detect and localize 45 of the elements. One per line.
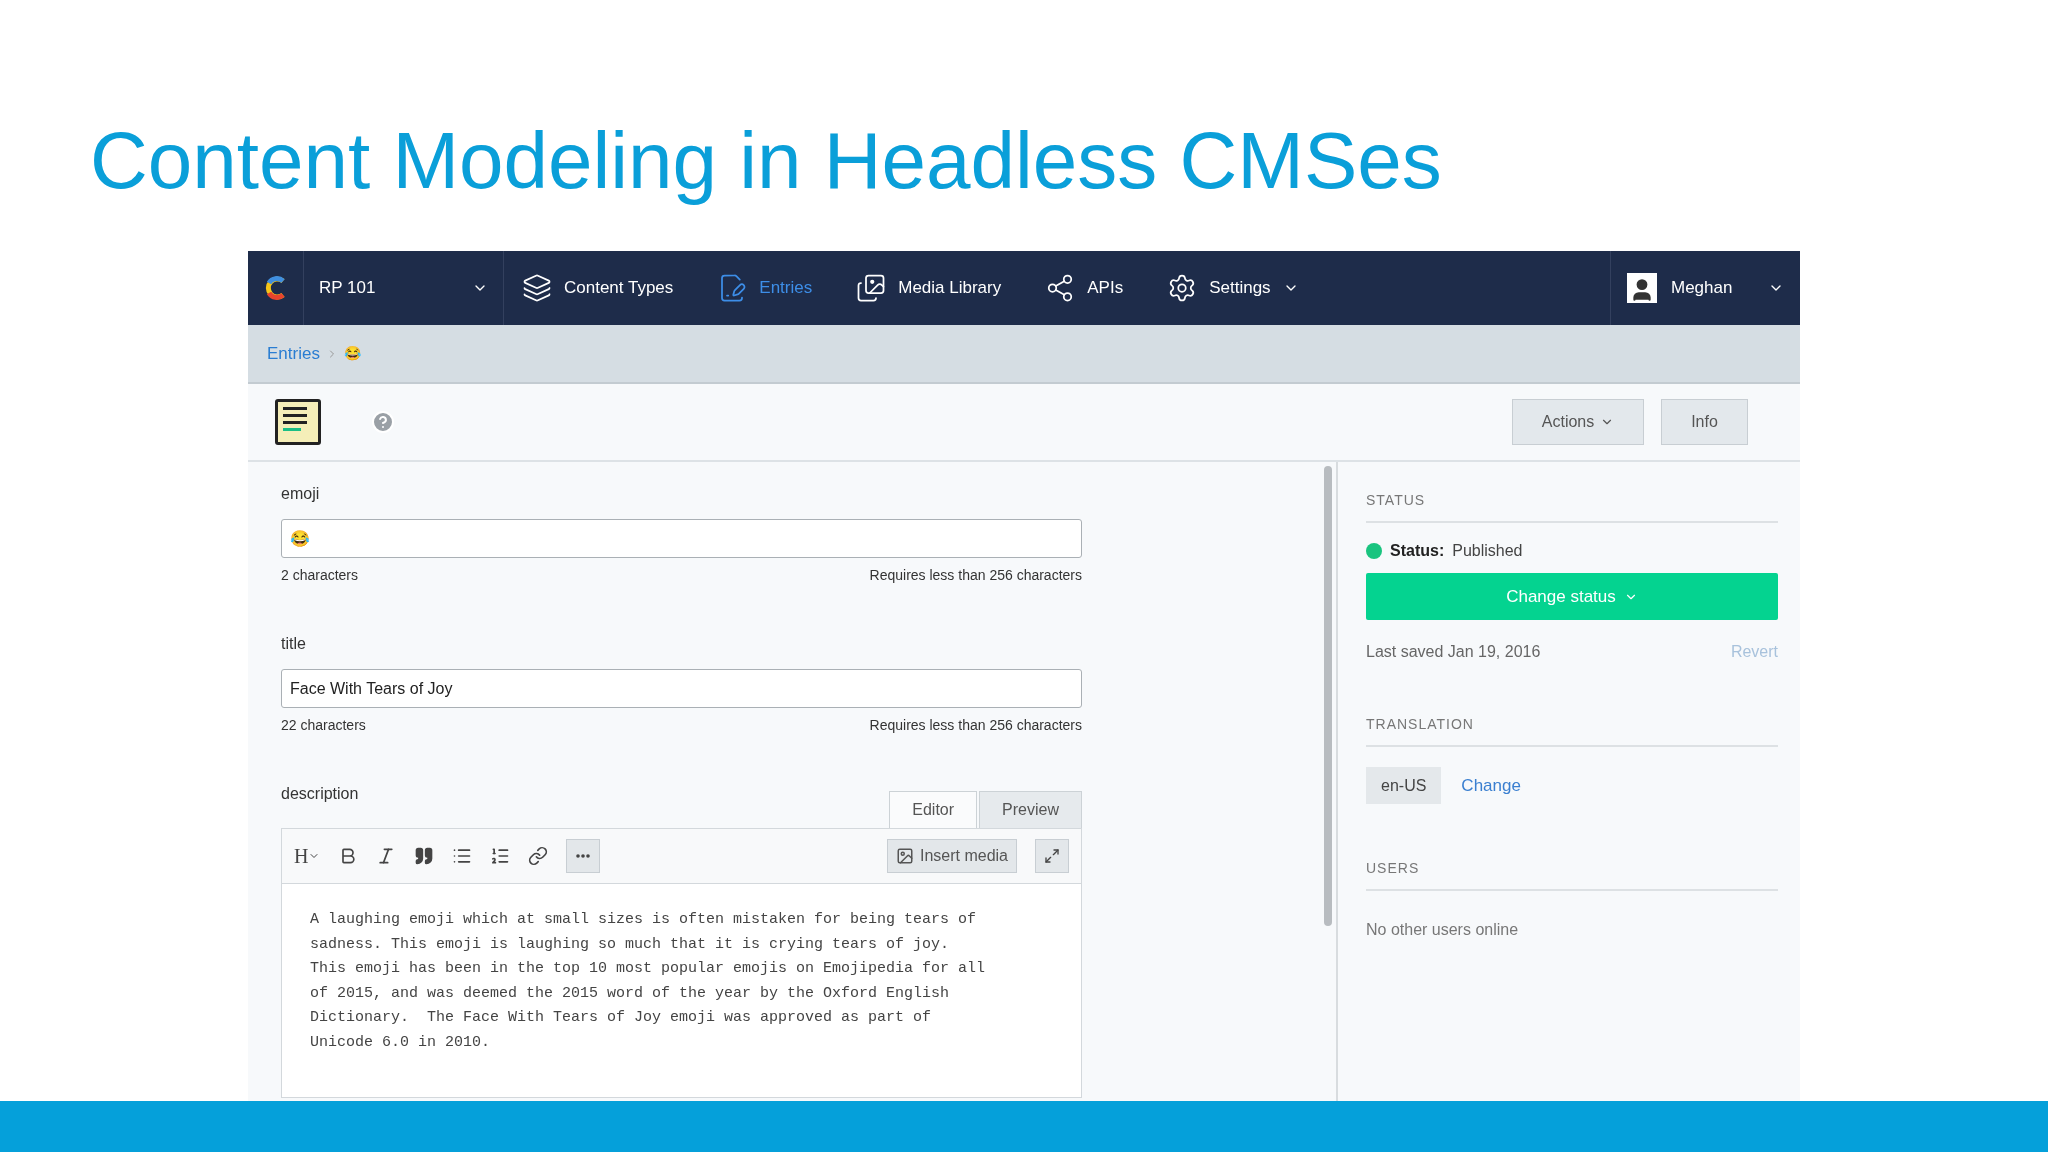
- expand-icon: [1044, 848, 1060, 864]
- editor-tab[interactable]: Preview: [979, 791, 1082, 828]
- text-input-field[interactable]: Face With Tears of Joy: [281, 669, 1082, 708]
- description-text: A laughing emoji which at small sizes is often mistaken for being tears of sadness. This emoji is laughing so much that it is crying tears of joy. This emoji has been in the top 10 most popular emojis on Emojipedia for all of 2015, and was deemed the 2015 word of the year by the Oxford English Dictionary. The Face With Tears of Joy emoji was approved as part of Unicode 6.0 in 2010.: [309, 910, 987, 1053]
- character-count: 2 characters: [281, 566, 359, 585]
- entry-document-icon: [275, 399, 321, 445]
- last-saved-text: Last saved Jan 19, 2016: [1366, 642, 1541, 662]
- field-label: emoji: [281, 484, 321, 504]
- character-count: 22 characters: [281, 716, 366, 735]
- status-value: Published: [1452, 541, 1523, 561]
- fullscreen-button[interactable]: [1035, 839, 1069, 873]
- more-options-button[interactable]: [566, 839, 601, 873]
- bullet-list-icon[interactable]: [452, 846, 473, 866]
- more-icon: [576, 854, 591, 858]
- help-icon[interactable]: [371, 410, 395, 434]
- length-hint: Requires less than 256 characters: [869, 566, 1082, 585]
- avatar-icon: [1627, 273, 1657, 303]
- section-heading: STATUS: [1366, 490, 1778, 523]
- section-heading: TRANSLATION: [1366, 714, 1778, 747]
- nav-item[interactable]: Media Library: [838, 251, 1020, 325]
- link-icon[interactable]: [528, 846, 549, 866]
- status-label: Status:: [1390, 541, 1445, 561]
- field-label: description: [281, 784, 359, 804]
- info-button[interactable]: Info: [1661, 399, 1748, 445]
- editor-tab[interactable]: Editor: [889, 791, 978, 828]
- nav-item[interactable]: Entries: [699, 251, 831, 325]
- nav-icon: [522, 273, 552, 303]
- scrollbar-thumb[interactable]: [1324, 466, 1332, 926]
- length-hint: Requires less than 256 characters: [869, 716, 1082, 735]
- insert-media-button[interactable]: Insert media: [886, 839, 1017, 873]
- users-online-text: No other users online: [1366, 920, 1520, 940]
- image-icon: [895, 847, 914, 865]
- locale-badge: en-US: [1366, 767, 1442, 804]
- nav-item[interactable]: Content Types: [504, 251, 692, 325]
- nav-item[interactable]: APIs: [1027, 251, 1142, 325]
- section-heading: USERS: [1366, 858, 1778, 891]
- nav-item[interactable]: Settings: [1149, 251, 1317, 325]
- nav-icon: [856, 273, 887, 303]
- heading-button[interactable]: H: [294, 841, 321, 871]
- numbered-list-icon[interactable]: [490, 846, 511, 866]
- actions-button[interactable]: Actions: [1512, 399, 1644, 445]
- breadcrumb-current: 😂: [343, 344, 361, 363]
- quote-icon[interactable]: [414, 846, 435, 866]
- change-locale-link[interactable]: Change: [1461, 772, 1521, 799]
- field-label: title: [281, 634, 307, 654]
